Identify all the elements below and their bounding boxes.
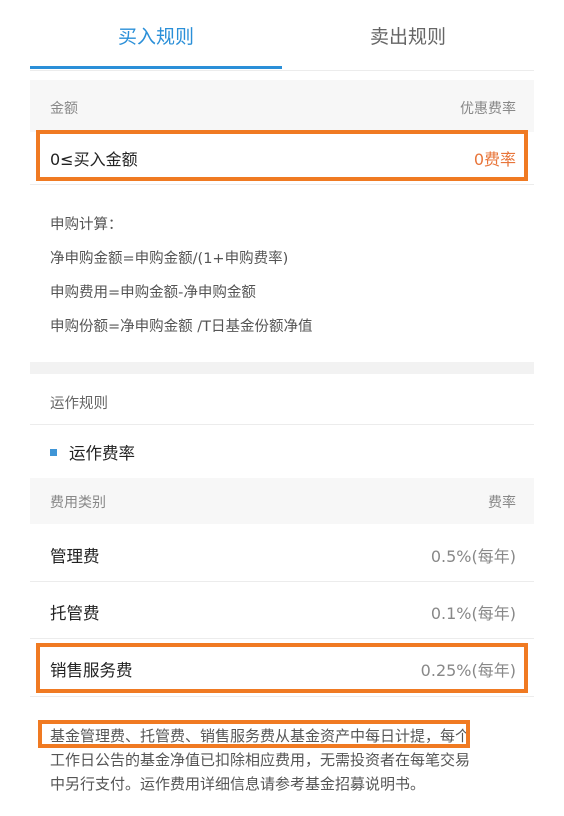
tab-buy-rules[interactable]: 买入规则 (30, 22, 282, 49)
calc-title: 申购计算： (50, 217, 123, 233)
rules-tabs: 买入规则 卖出规则 (30, 0, 534, 70)
fee-name: 管理费 (50, 547, 100, 566)
fee-header-discount-rate: 优惠费率 (460, 101, 516, 117)
highlight-box-amount (36, 130, 528, 181)
table-row: 管理费 0.5%(每年) (30, 525, 534, 581)
calc-line: 申购费用=申购金额-净申购金额 (50, 285, 256, 301)
fee-rate-header: 费率 (488, 495, 516, 511)
fee-type-header: 费用类别 (50, 495, 106, 511)
section-gap (30, 362, 534, 374)
highlight-box-sales-fee (36, 643, 528, 693)
note-line: 工作日公告的基金净值已扣除相应费用，无需投资者在每笔交易 (50, 751, 471, 769)
operation-fee-section-title: 运作费率 (50, 440, 135, 464)
fee-table-header: 费用类别 费率 (30, 478, 534, 524)
note-line: 中另行支付。运作费用详细信息请参考基金招募说明书。 (50, 775, 426, 793)
divider (30, 424, 534, 425)
calc-line: 净申购金额=申购金额/(1+申购费率) (50, 251, 289, 267)
fee-header-amount: 金额 (50, 101, 78, 117)
calc-line: 申购份额=净申购金额 /T日基金份额净值 (50, 319, 313, 335)
fee-rate: 0.5%(每年) (430, 547, 516, 566)
subscription-calculation: 申购计算： 净申购金额=申购金额/(1+申购费率) 申购费用=申购金额-净申购金… (50, 208, 313, 344)
fee-header-row: 金额 优惠费率 (30, 80, 534, 132)
divider (30, 184, 534, 185)
highlight-box-note (38, 720, 470, 748)
divider (30, 696, 534, 697)
bullet-icon (50, 449, 57, 456)
divider (30, 70, 534, 71)
tab-sell-rules[interactable]: 卖出规则 (282, 22, 534, 49)
fee-name: 托管费 (50, 604, 100, 623)
operation-rules-title: 运作规则 (50, 396, 108, 412)
right-gutter (534, 0, 564, 816)
fund-rules-page: 买入规则 卖出规则 金额 优惠费率 0≤买入金额 0费率 申购计算： 净申购金额… (30, 0, 534, 816)
table-row: 托管费 0.1%(每年) (30, 582, 534, 638)
active-tab-indicator (30, 66, 282, 69)
operation-fee-label: 运作费率 (69, 444, 135, 463)
left-gutter (0, 0, 30, 816)
fee-rate: 0.1%(每年) (430, 604, 516, 623)
